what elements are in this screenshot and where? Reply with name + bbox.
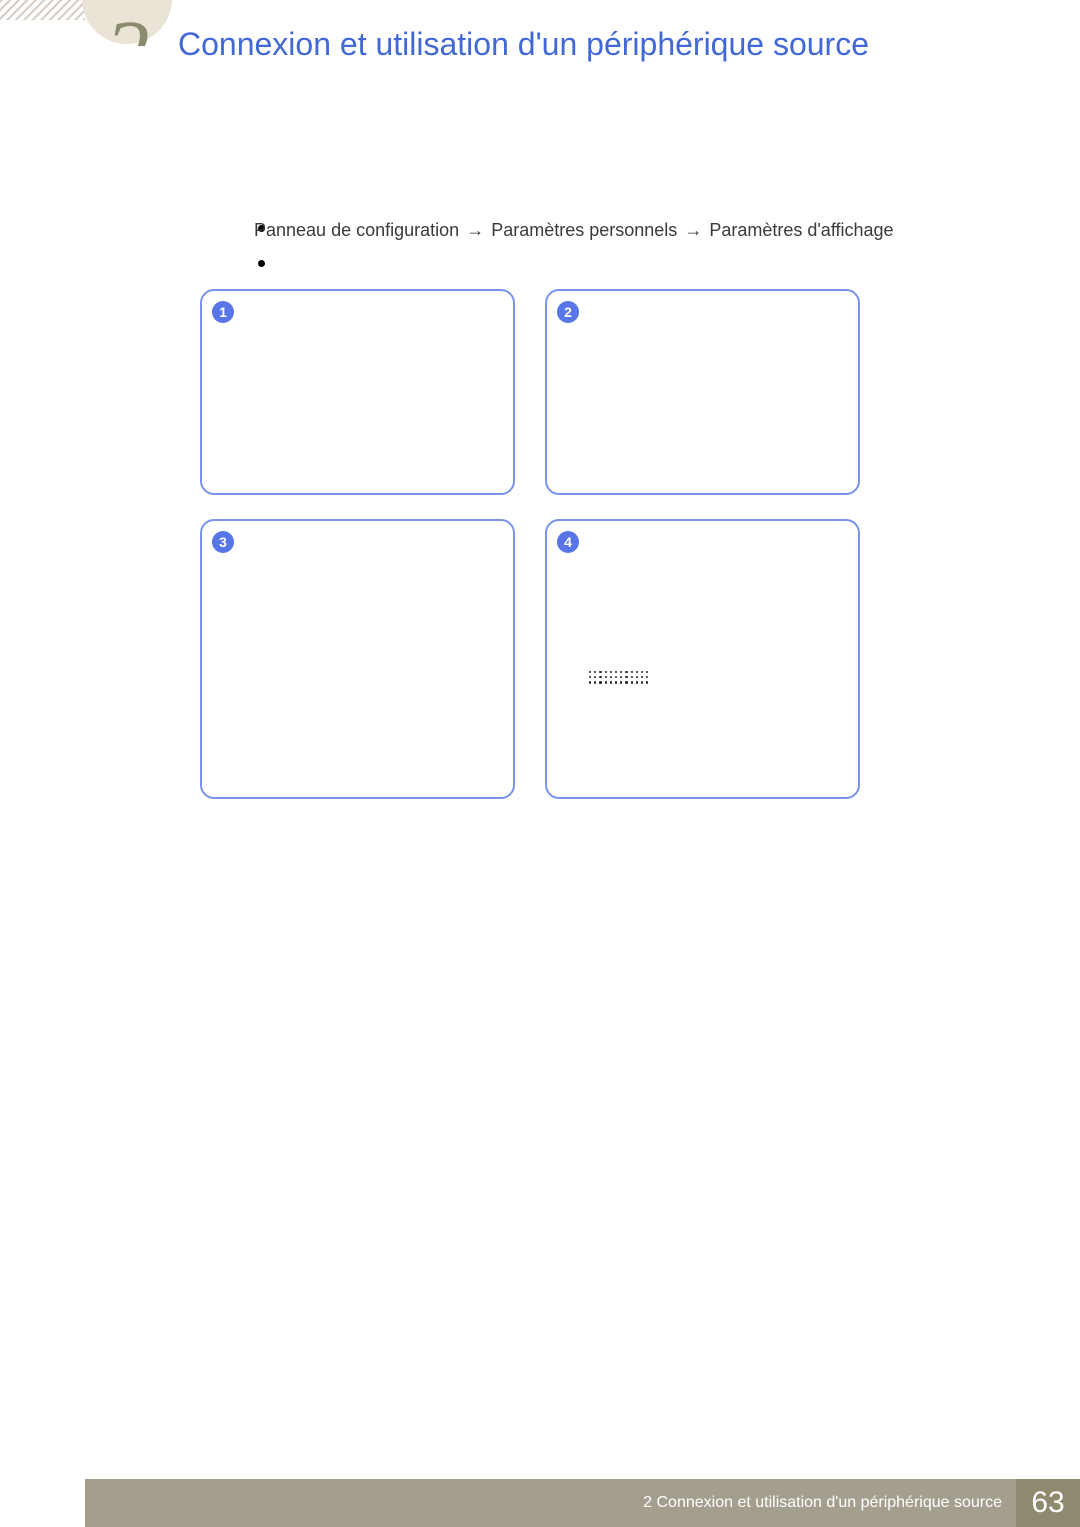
nav-path-block: Panneau de configuration → Paramètres pe…	[250, 218, 970, 285]
panel-2: 2	[545, 289, 860, 495]
nav-empty-row	[250, 260, 970, 267]
page-number: 63	[1016, 1479, 1080, 1527]
nav-text: Panneau de configuration → Paramètres pe…	[254, 218, 894, 242]
footer: 2 Connexion et utilisation d'un périphér…	[85, 1479, 1080, 1527]
arrow-icon: →	[682, 218, 704, 242]
nav-part-1: Panneau de configuration	[254, 220, 459, 240]
dots-decoration	[589, 671, 649, 695]
chapter-number: 2	[105, 8, 150, 46]
panel-4: 4	[545, 519, 860, 799]
decorative-stripe	[0, 0, 85, 20]
page-title: Connexion et utilisation d'un périphériq…	[178, 24, 958, 64]
nav-part-3: Paramètres d'affichage	[709, 220, 893, 240]
panel-number-badge: 2	[557, 301, 579, 323]
nav-path: Panneau de configuration → Paramètres pe…	[250, 218, 970, 242]
panel-number-badge: 3	[212, 531, 234, 553]
nav-part-2: Paramètres personnels	[491, 220, 677, 240]
footer-text: 2 Connexion et utilisation d'un périphér…	[643, 1494, 1016, 1512]
panel-number-badge: 1	[212, 301, 234, 323]
arrow-icon: →	[464, 218, 486, 242]
page: 2 Connexion et utilisation d'un périphér…	[0, 0, 1080, 1527]
panel-3: 3	[200, 519, 515, 799]
panel-1: 1	[200, 289, 515, 495]
panels-grid: 1 2 3 4	[200, 289, 860, 799]
bullet-icon	[258, 260, 265, 267]
chapter-badge: 2	[82, 0, 172, 46]
panel-number-badge: 4	[557, 531, 579, 553]
chapter-circle: 2	[82, 0, 172, 44]
